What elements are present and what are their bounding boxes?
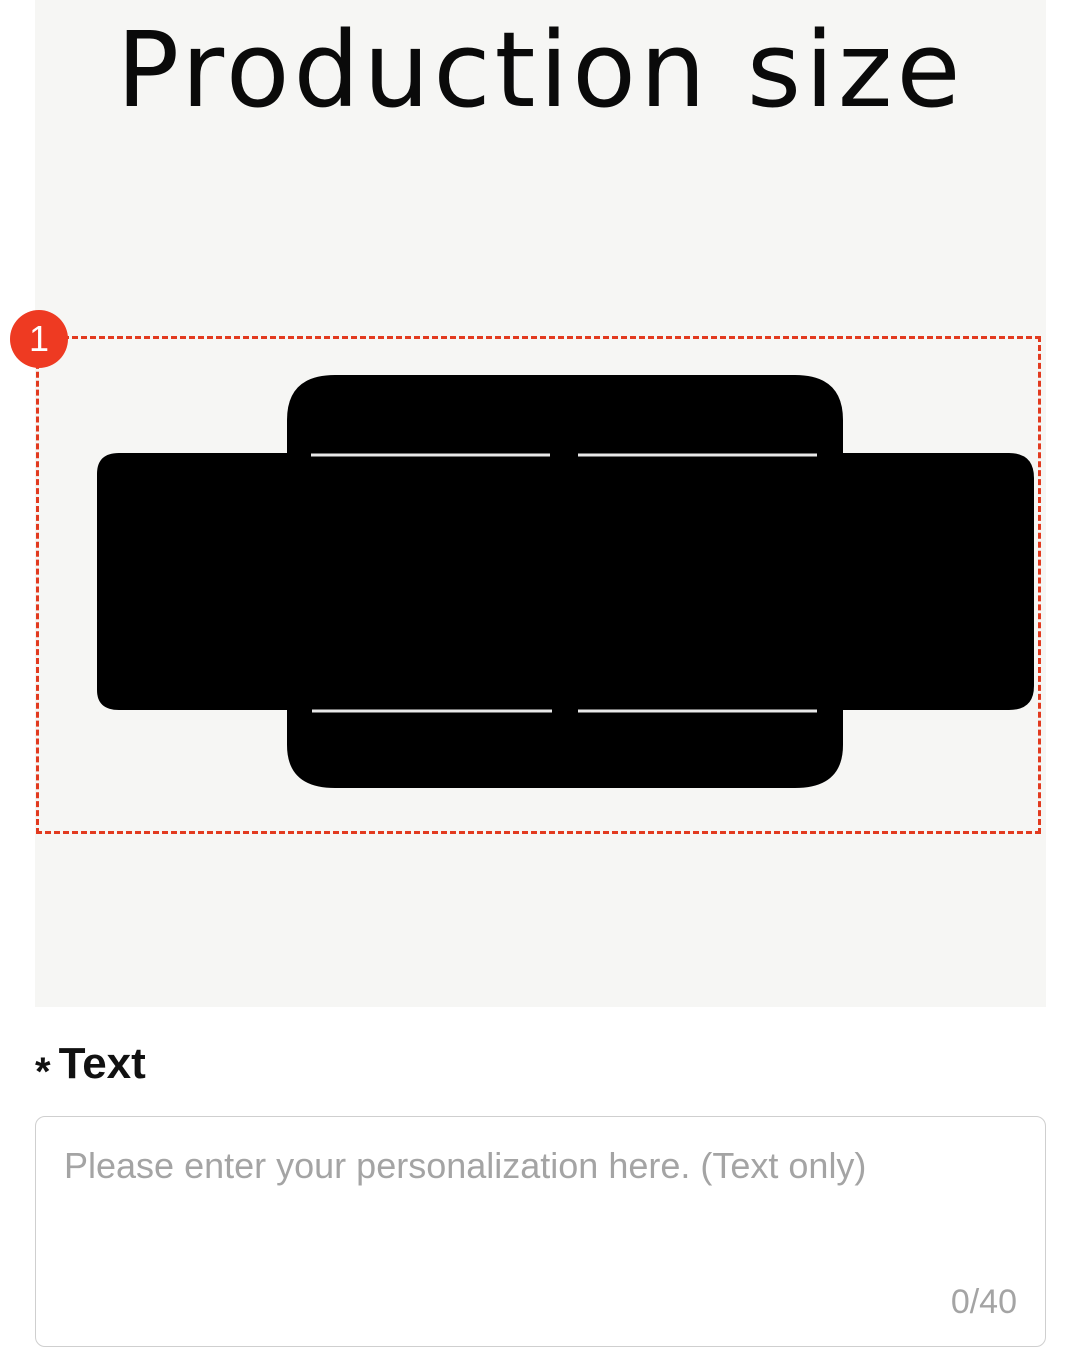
personalization-zone-badge[interactable]: 1: [10, 310, 68, 368]
product-customization-page: Production size 1 * Text 0/40: [0, 0, 1080, 1364]
text-label: Text: [58, 1039, 146, 1088]
personalization-text-box[interactable]: 0/40: [35, 1116, 1046, 1347]
text-field-label: * Text: [35, 1036, 146, 1094]
character-counter: 0/40: [950, 1283, 1017, 1321]
personalization-text-input[interactable]: [64, 1145, 1004, 1265]
required-asterisk: *: [35, 1049, 51, 1094]
personalization-zone-frame[interactable]: [36, 336, 1041, 834]
